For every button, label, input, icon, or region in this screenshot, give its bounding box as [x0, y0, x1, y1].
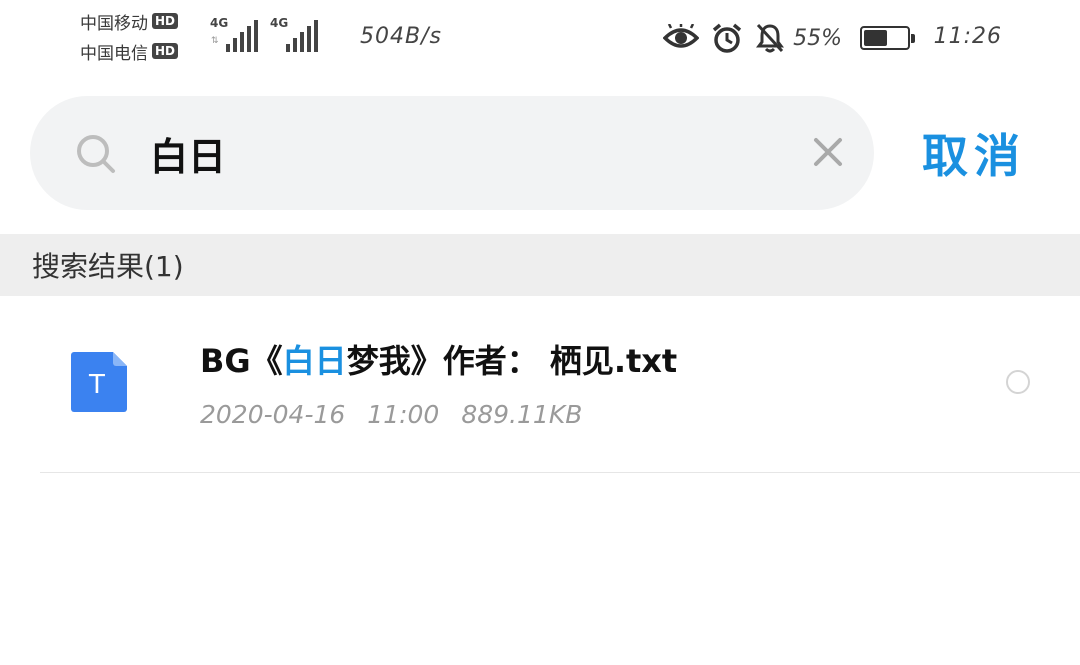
- battery-percent: 55%: [793, 25, 842, 51]
- bell-off-icon: [756, 23, 785, 53]
- file-name: BG《白日梦我》作者： 栖见.txt: [200, 336, 677, 382]
- carrier-name: 中国电信: [80, 43, 148, 64]
- search-icon: [77, 135, 115, 173]
- file-icon-letter: T: [88, 370, 105, 400]
- signal-strength-icon: 4G ⇅: [210, 16, 262, 52]
- carrier-row-1: 中国移动 HD: [80, 6, 210, 36]
- cancel-button[interactable]: 取消: [922, 118, 1026, 188]
- carrier-info: 中国移动 HD 中国电信 HD: [80, 6, 210, 66]
- results-header: 搜索结果(1): [0, 234, 1080, 296]
- file-date: 2020-04-16: [200, 400, 346, 429]
- file-meta: 2020-04-16 11:00 889.11KB: [200, 400, 582, 429]
- search-box: [30, 96, 874, 210]
- select-radio[interactable]: [1006, 370, 1030, 394]
- signal-bars: [226, 20, 258, 52]
- hd-badge: HD: [152, 13, 179, 29]
- file-name-suffix: 梦我》作者： 栖见.txt: [346, 342, 678, 380]
- network-speed: 504B/s: [360, 24, 442, 49]
- clear-icon[interactable]: [810, 134, 846, 170]
- eye-comfort-icon: [663, 24, 700, 48]
- file-name-prefix: BG《: [200, 342, 283, 380]
- list-divider: [40, 472, 1080, 473]
- alarm-icon: [712, 23, 742, 53]
- status-time: 11:26: [933, 24, 1002, 49]
- list-item[interactable]: T BG《白日梦我》作者： 栖见.txt 2020-04-16 11:00 889.…: [0, 296, 1080, 472]
- status-icons: 55%: [663, 18, 915, 58]
- battery-icon: [860, 26, 915, 50]
- file-size: 889.11KB: [461, 400, 583, 429]
- data-arrows-icon: ⇅: [211, 36, 219, 46]
- search-input[interactable]: [150, 124, 790, 182]
- signal-strength-icon: 4G: [270, 16, 322, 52]
- hd-badge: HD: [152, 43, 179, 59]
- file-time: 11:00: [367, 400, 440, 429]
- battery-level-fill: [864, 30, 887, 46]
- file-name-highlight: 白日: [282, 342, 347, 380]
- status-bar: 中国移动 HD 中国电信 HD 4G ⇅ 4G 504B/s 55% 11:26: [0, 0, 1080, 78]
- signal-bars: [286, 20, 318, 52]
- file-search-screen: 中国移动 HD 中国电信 HD 4G ⇅ 4G 504B/s 55% 11:26…: [0, 0, 1080, 665]
- carrier-row-2: 中国电信 HD: [80, 36, 210, 66]
- txt-file-icon: T: [71, 352, 127, 412]
- carrier-name: 中国移动: [80, 13, 148, 34]
